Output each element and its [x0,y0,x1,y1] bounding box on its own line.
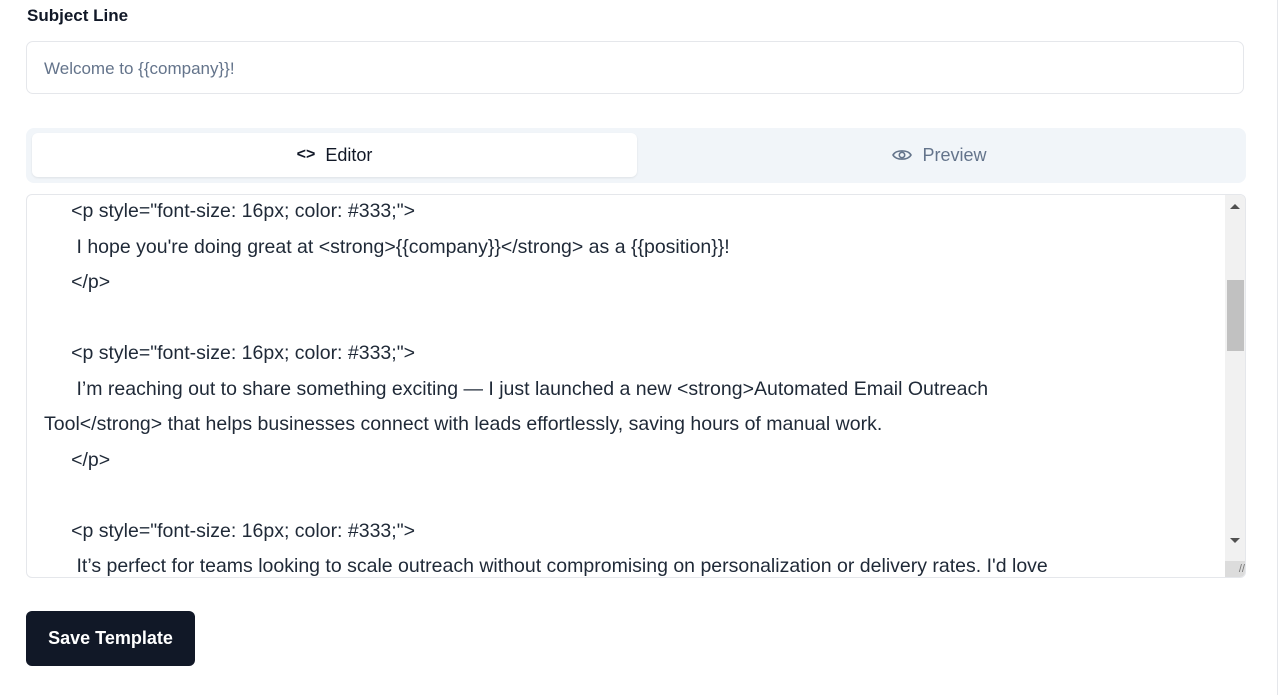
editor-line: </p> [44,448,111,471]
tab-editor[interactable]: <> Editor [32,133,637,177]
editor-line: I hope you're doing great at <strong>{{c… [44,235,730,258]
editor-scrollbar[interactable]: // [1225,195,1245,577]
subject-line-label: Subject Line [27,6,129,25]
scroll-up-arrow-icon[interactable] [1230,204,1240,209]
eye-icon [892,150,913,160]
editor-content[interactable]: <p style="font-size: 16px; color: #333;"… [44,195,1217,577]
html-editor-textarea[interactable]: <p style="font-size: 16px; color: #333;"… [26,194,1246,578]
tab-preview-label: Preview [922,144,987,165]
editor-line: I’m reaching out to share something exci… [44,377,989,400]
editor-line: <p style="font-size: 16px; color: #333;"… [44,342,416,364]
code-icon: <> [296,146,316,163]
resize-handle-icon[interactable]: // [1225,561,1245,577]
editor-line: It’s perfect for teams looking to scale … [44,555,1048,577]
editor-tabs: <> Editor Preview [26,128,1246,183]
scroll-down-arrow-icon[interactable] [1230,538,1240,543]
page-edge-divider [1277,0,1278,695]
editor-line: Tool</strong> that helps businesses conn… [44,413,883,435]
editor-line: </p> [44,271,111,293]
save-template-button[interactable]: Save Template [26,611,195,666]
editor-line: <p style="font-size: 16px; color: #333;"… [44,200,416,222]
tab-preview[interactable]: Preview [637,133,1242,177]
editor-line: <p style="font-size: 16px; color: #333;"… [44,519,416,542]
scrollbar-thumb[interactable] [1227,280,1244,351]
tab-editor-label: Editor [325,144,373,165]
subject-line-input[interactable]: Welcome to {{company}}! [26,41,1244,94]
